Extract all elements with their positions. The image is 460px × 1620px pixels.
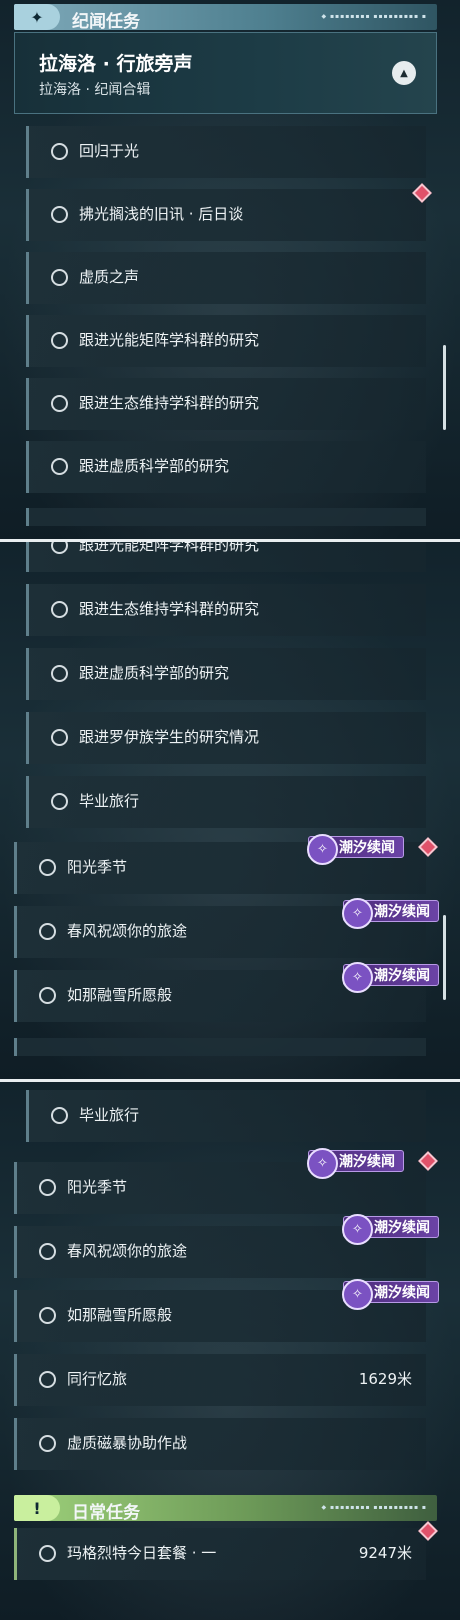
quest-label: 跟进光能矩阵学科群的研究 [79,331,260,349]
quest-label: 跟进虚质科学部的研究 [79,664,230,682]
quest-label: 如那融雪所愿般 [67,1306,173,1324]
screenshot-panel-1: ✦ 纪闻任务 ◆ ▪▪▪▪▪▪▪▪ ▪▪▪▪▪▪▪▪▪ ▪ 拉海洛 · 行旅旁声… [0,0,460,540]
exclamation-icon: ! [14,1495,60,1521]
quest-row[interactable]: 玛格烈特今日套餐 · 一 9247米 [14,1528,426,1580]
quest-row[interactable]: 跟进虚质科学部的研究 [26,648,426,700]
radio-circle-icon [39,1179,56,1196]
header-deco-text: ◆ ▪▪▪▪▪▪▪▪ ▪▪▪▪▪▪▪▪▪ ▪ [321,1504,427,1511]
quest-row[interactable]: 虚质之声 [26,252,426,304]
quest-label: 跟进虚质科学部的研究 [79,457,230,475]
sparkle-icon: ✦ [14,4,60,30]
tide-tag-label: 潮汐续闻 [374,904,430,920]
radio-circle-icon [51,601,68,618]
scrollbar[interactable] [443,915,446,1000]
radio-circle-icon [39,1371,56,1388]
quest-label: 同行忆旅 [67,1370,128,1388]
tide-tag-icon: ✧ [307,1148,338,1179]
radio-circle-icon [51,729,68,746]
chapter-card[interactable]: 拉海洛 · 行旅旁声 拉海洛 · 纪闻合辑 ▲ [14,32,437,114]
radio-circle-icon [51,793,68,810]
tide-tag: ✧ 潮汐续闻 [342,962,439,993]
radio-circle-icon [39,1545,56,1562]
quest-row[interactable]: 跟进生态维持学科群的研究 [26,584,426,636]
radio-circle-icon [39,1435,56,1452]
quest-row[interactable]: 毕业旅行 [26,776,426,828]
quest-distance: 1629米 [358,1370,412,1388]
quest-label: 虚质之声 [79,268,140,286]
quest-row[interactable]: 跟进罗伊族学生的研究情况 [26,712,426,764]
quest-label: 玛格烈特今日套餐 · 一 [67,1544,217,1562]
radio-circle-icon [51,269,68,286]
quest-label: 跟进罗伊族学生的研究情况 [79,728,260,746]
quest-label: 阳光季节 [67,858,128,876]
radio-circle-icon [51,395,68,412]
tide-tag-icon: ✧ [342,1214,373,1245]
quest-label: 如那融雪所愿般 [67,986,173,1004]
chapter-title: 拉海洛 · 行旅旁声 [39,53,193,75]
chevron-up-icon[interactable]: ▲ [392,61,416,85]
story-quest-header[interactable]: ✦ 纪闻任务 ◆ ▪▪▪▪▪▪▪▪ ▪▪▪▪▪▪▪▪▪ ▪ [14,4,437,32]
quest-label: 跟进生态维持学科群的研究 [79,600,260,618]
tide-tag: ✧ 潮汐续闻 [342,898,439,929]
list-item-cut [14,1038,426,1056]
header-deco-text: ◆ ▪▪▪▪▪▪▪▪ ▪▪▪▪▪▪▪▪▪ ▪ [321,13,427,20]
tide-tag: ✧ 潮汐续闻 [342,1279,439,1310]
quest-row[interactable]: 拂光搁浅的旧讯 · 后日谈 [26,189,426,241]
quest-label: 春风祝颂你的旅途 [67,922,188,940]
radio-circle-icon [51,143,68,160]
quest-label: 阳光季节 [67,1178,128,1196]
daily-quest-title: 日常任务 [72,1503,140,1523]
quest-row[interactable]: 跟进光能矩阵学科群的研究 [26,540,426,572]
radio-circle-icon [39,1307,56,1324]
quest-row[interactable]: 跟进虚质科学部的研究 [26,441,426,493]
tide-tag-icon: ✧ [342,962,373,993]
panel-divider [0,1079,460,1082]
radio-circle-icon [51,332,68,349]
quest-label: 拂光搁浅的旧讯 · 后日谈 [79,205,244,223]
chapter-subtitle: 拉海洛 · 纪闻合辑 [39,82,151,98]
radio-circle-icon [51,1107,68,1124]
radio-circle-icon [51,206,68,223]
screenshot-panel-3: 毕业旅行 阳光季节 ✧ 潮汐续闻 春风祝颂你的旅途 ✧ 潮汐续闻 如那融雪所愿般… [0,1080,460,1620]
radio-circle-icon [39,923,56,940]
radio-circle-icon [39,859,56,876]
screenshot-panel-2: 跟进光能矩阵学科群的研究 跟进生态维持学科群的研究 跟进虚质科学部的研究 跟进罗… [0,540,460,1080]
tide-tag-label: 潮汐续闻 [339,840,395,856]
quest-label: 春风祝颂你的旅途 [67,1242,188,1260]
quest-label: 毕业旅行 [79,792,140,810]
radio-circle-icon [51,540,68,554]
list-item-cut [26,508,426,526]
quest-row[interactable]: 同行忆旅 1629米 [14,1354,426,1406]
tide-tag-label: 潮汐续闻 [374,1285,430,1301]
story-quest-title: 纪闻任务 [72,12,140,32]
daily-quest-header[interactable]: ! 日常任务 ◆ ▪▪▪▪▪▪▪▪ ▪▪▪▪▪▪▪▪▪ ▪ [14,1495,437,1523]
quest-label: 虚质磁暴协助作战 [67,1434,188,1452]
quest-label: 毕业旅行 [79,1106,140,1124]
tide-tag: ✧ 潮汐续闻 [342,1214,439,1245]
tide-tag-label: 潮汐续闻 [374,1220,430,1236]
quest-row[interactable]: 回归于光 [26,126,426,178]
tide-tag-icon: ✧ [307,834,338,865]
quest-row[interactable]: 跟进光能矩阵学科群的研究 [26,315,426,367]
quest-row[interactable]: 跟进生态维持学科群的研究 [26,378,426,430]
tide-tag: ✧ 潮汐续闻 [307,834,404,865]
quest-row[interactable]: 毕业旅行 [26,1090,426,1142]
quest-label: 跟进光能矩阵学科群的研究 [79,540,260,554]
quest-row[interactable]: 虚质磁暴协助作战 [14,1418,426,1470]
radio-circle-icon [51,665,68,682]
tide-tag-label: 潮汐续闻 [374,968,430,984]
tide-tag-label: 潮汐续闻 [339,1154,395,1170]
radio-circle-icon [51,458,68,475]
radio-circle-icon [39,987,56,1004]
quest-label: 跟进生态维持学科群的研究 [79,394,260,412]
scrollbar[interactable] [443,345,446,430]
tide-tag-icon: ✧ [342,1279,373,1310]
tide-tag: ✧ 潮汐续闻 [307,1148,404,1179]
panel-divider [0,539,460,542]
radio-circle-icon [39,1243,56,1260]
quest-distance: 9247米 [358,1544,412,1562]
tide-tag-icon: ✧ [342,898,373,929]
quest-label: 回归于光 [79,142,140,160]
